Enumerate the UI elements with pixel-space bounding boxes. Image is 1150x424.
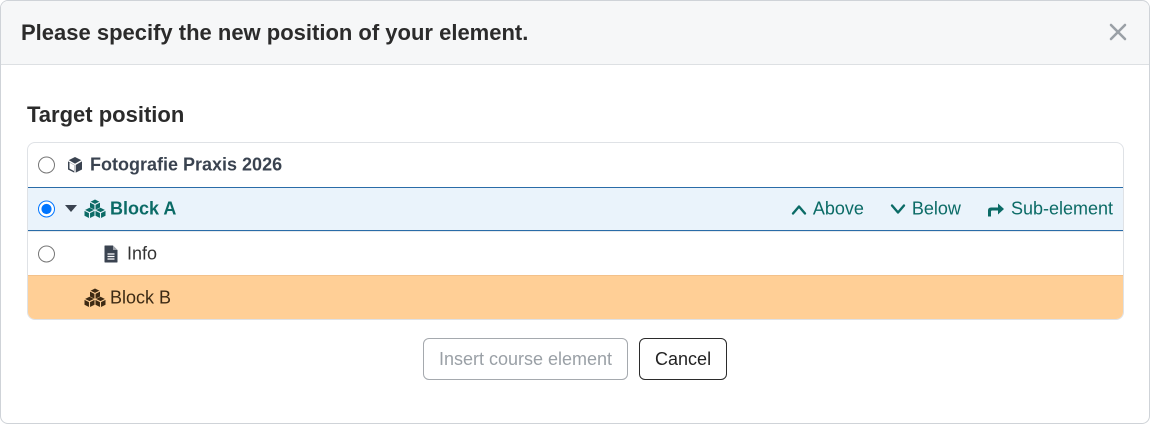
tree-row-label: Block A: [110, 198, 177, 219]
cancel-button[interactable]: Cancel: [639, 338, 728, 380]
cube-icon: [66, 156, 84, 174]
position-radio[interactable]: [38, 200, 55, 218]
position-radio[interactable]: [38, 245, 55, 262]
insert-course-element-button[interactable]: Insert course element: [422, 338, 629, 380]
position-tree: Fotografie Praxis 2026 Block A Above Bel…: [27, 142, 1124, 320]
share-arrow-icon: [987, 203, 1004, 216]
chevron-down-icon: [890, 203, 906, 214]
below-label: Below: [911, 198, 961, 219]
tree-row-label: Fotografie Praxis 2026: [90, 154, 283, 175]
caret-down-icon[interactable]: [64, 202, 78, 216]
dialog-title: Please specify the new position of your …: [21, 19, 529, 45]
dialog-header: Please specify the new position of your …: [1, 1, 1149, 65]
dialog-body: Target position Fotografie Praxis 2026 B…: [1, 102, 1149, 380]
cubes-icon: [84, 288, 106, 308]
tree-row-block-a[interactable]: Block A Above Below Sub-element: [28, 187, 1123, 231]
insert-below-button[interactable]: Below: [890, 199, 961, 220]
file-icon: [104, 245, 118, 263]
above-label: Above: [812, 198, 864, 219]
position-actions: Above Below Sub-element: [791, 199, 1113, 220]
close-icon: [1109, 23, 1127, 41]
tree-row-label: Info: [127, 243, 158, 263]
move-element-dialog: Please specify the new position of your …: [0, 0, 1150, 424]
section-title: Target position: [27, 102, 185, 127]
dialog-buttons: Insert course element Cancel: [27, 338, 1123, 380]
insert-above-button[interactable]: Above: [791, 199, 864, 220]
position-radio[interactable]: [38, 156, 55, 174]
tree-row-block-b: Block B: [28, 275, 1123, 319]
cubes-icon: [84, 199, 106, 219]
close-button[interactable]: [1105, 17, 1131, 47]
tree-row-course[interactable]: Fotografie Praxis 2026: [28, 143, 1123, 187]
chevron-up-icon: [791, 204, 807, 215]
insert-sub-element-button[interactable]: Sub-element: [987, 199, 1113, 220]
sub-element-label: Sub-element: [1010, 198, 1113, 219]
tree-row-label: Block B: [110, 287, 172, 307]
tree-row-info[interactable]: Info: [28, 231, 1123, 275]
